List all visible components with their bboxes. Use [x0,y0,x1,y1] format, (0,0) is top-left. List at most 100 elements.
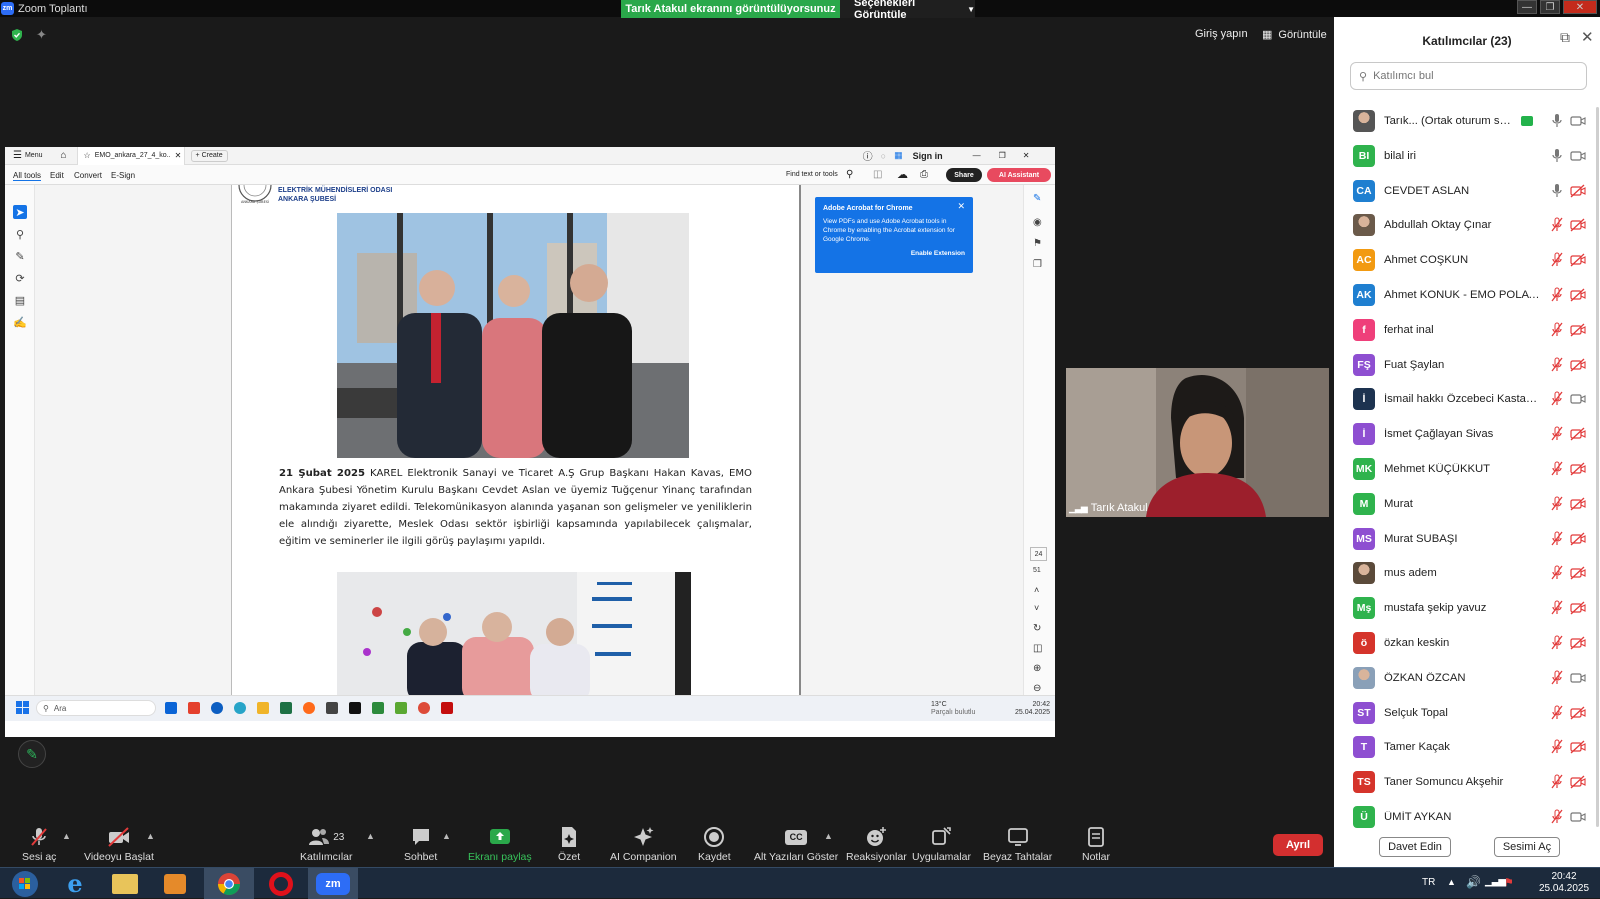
action-center-icon[interactable]: ⚑ [1504,876,1514,889]
mic-muted-icon[interactable] [1550,705,1564,721]
help-icon[interactable]: ⓘ [863,148,873,163]
chat-button[interactable]: Sohbet [404,826,437,863]
camera-off-icon[interactable] [1570,775,1586,789]
firefox-icon[interactable] [303,702,315,714]
mic-muted-icon[interactable] [1550,565,1564,581]
participants-options-caret[interactable]: ▲ [366,831,375,841]
folder-icon[interactable] [257,702,269,714]
participant-row[interactable]: Ü ÜMİT AYKAN [1334,800,1600,834]
mic-muted-icon[interactable] [1550,426,1564,442]
share-screen-button[interactable]: Ekranı paylaş [468,826,532,863]
mic-muted-icon[interactable] [1550,322,1564,338]
upload-icon[interactable]: ☁ [897,168,908,181]
outlook-icon[interactable] [165,702,177,714]
camera-off-icon[interactable] [1570,532,1586,546]
participant-row[interactable]: TS Taner Somuncu Akşehir [1334,765,1600,799]
camera-off-icon[interactable] [1570,601,1586,615]
lasso-tool-icon[interactable]: ⟳ [13,271,27,285]
signin-link[interactable]: Giriş yapın [1195,28,1248,40]
page-up-icon[interactable]: ˄ [1034,585,1039,595]
participant-row[interactable]: ST Selçuk Topal [1334,696,1600,730]
camera-off-icon[interactable] [1570,427,1586,441]
app-lime-icon[interactable] [395,702,407,714]
volume-icon[interactable]: 🔊 [1466,875,1481,889]
camera-off-icon[interactable] [1570,358,1586,372]
chrome-icon[interactable] [418,702,430,714]
acrobat-restore-icon[interactable]: ❐ [999,151,1006,160]
participant-row[interactable]: CA CEVDET ASLAN [1334,174,1600,208]
bookmark-icon[interactable]: ⚑ [1033,238,1042,249]
summary-button[interactable]: Özet [558,826,580,863]
mic-icon[interactable] [1550,183,1564,199]
restore-button[interactable]: ❐ [1540,0,1560,14]
stamp-tool-icon[interactable]: ✍ [13,315,27,329]
mic-muted-icon[interactable] [1550,739,1564,755]
zoom-tool-icon[interactable]: ⚲ [13,227,27,241]
participant-row[interactable]: M Murat [1334,487,1600,521]
camera-off-icon[interactable] [1570,288,1586,302]
participant-row[interactable]: FŞ Fuat Şaylan [1334,348,1600,382]
tool-edit[interactable]: Edit [50,171,64,180]
excel-icon[interactable] [280,702,292,714]
participant-row[interactable]: Tarık... (Ortak oturum sahibi) [1334,104,1600,138]
camera-off-icon[interactable] [1570,184,1586,198]
camera-off-icon[interactable] [1570,323,1586,337]
app-green-icon[interactable] [372,702,384,714]
mic-muted-icon[interactable] [1550,287,1564,303]
mic-icon[interactable] [1550,113,1564,129]
whiteboards-button[interactable]: Beyaz Tahtalar [983,826,1052,863]
start-orb-icon[interactable] [0,868,50,899]
participant-row[interactable]: BI bilal iri [1334,139,1600,173]
unmute-me-button[interactable]: Sesimi Aç [1494,837,1560,857]
tool-esign[interactable]: E-Sign [111,171,135,180]
mic-muted-icon[interactable] [1550,635,1564,651]
mic-muted-icon[interactable] [1550,600,1564,616]
menu-icon[interactable]: ☰ [13,150,22,161]
camera-off-icon[interactable] [1570,636,1586,650]
mic-muted-icon[interactable] [1550,774,1564,790]
camera-icon[interactable] [1570,810,1586,824]
home-icon[interactable]: ⌂ [60,150,66,161]
invite-button[interactable]: Davet Edin [1379,837,1451,857]
acrobat-minimize-icon[interactable]: — [973,151,981,160]
select-cursor-icon[interactable]: ➤ [13,205,27,219]
windows-start-icon[interactable] [16,701,29,714]
document-tab[interactable]: ☆ EMO_ankara_27_4_ko.. ✕ [76,147,185,165]
camera-icon[interactable] [1570,114,1586,128]
edge-icon[interactable] [234,702,246,714]
video-button[interactable]: Videoyu Başlat [84,826,154,863]
bell-icon[interactable]: ○ [881,151,886,161]
create-button[interactable]: + Create [190,149,228,162]
captions-options-caret[interactable]: ▲ [824,831,833,841]
camera-off-icon[interactable] [1570,566,1586,580]
page-down-icon[interactable]: ˅ [1034,603,1039,613]
annotate-pen-icon[interactable]: ✎ [18,740,46,768]
participant-search-input[interactable] [1373,70,1574,82]
language-indicator[interactable]: TR [1422,877,1435,888]
inner-search-box[interactable]: ⚲ Ara [36,700,156,716]
zoom-out-icon[interactable]: ⊖ [1033,683,1041,694]
participant-row[interactable]: T Tamer Kaçak [1334,730,1600,764]
record-button[interactable]: Kaydet [698,826,731,863]
internet-explorer-icon[interactable]: e [50,868,100,899]
view-options-button[interactable]: Seçenekleri Görüntüle ▼ [840,0,975,21]
app-blue-icon[interactable] [211,702,223,714]
ai-sparkle-icon[interactable]: ✦ [36,27,47,43]
find-search-icon[interactable]: ⚲ [846,169,853,180]
file-explorer-icon[interactable] [100,868,150,899]
tool-convert[interactable]: Convert [74,171,102,180]
camera-icon[interactable] [1570,149,1586,163]
participant-search[interactable]: ⚲ [1350,62,1587,90]
minimize-button[interactable]: — [1517,0,1537,14]
mic-icon[interactable] [1550,148,1564,164]
mic-muted-icon[interactable] [1550,217,1564,233]
print-icon[interactable]: ⎙ [920,169,928,180]
enable-extension-button[interactable]: Enable Extension [823,249,965,258]
system-clock[interactable]: 20:42 25.04.2025 [1534,871,1594,895]
mic-muted-icon[interactable] [1550,357,1564,373]
acrobat-icon[interactable] [441,702,453,714]
apps-grid-icon[interactable]: ▦ [894,150,903,161]
network-icon[interactable]: ▁▃▅ [1485,876,1506,887]
layers-icon[interactable]: ◉ [1033,217,1042,228]
participant-row[interactable]: MK Mehmet KÜÇÜKKUT [1334,452,1600,486]
